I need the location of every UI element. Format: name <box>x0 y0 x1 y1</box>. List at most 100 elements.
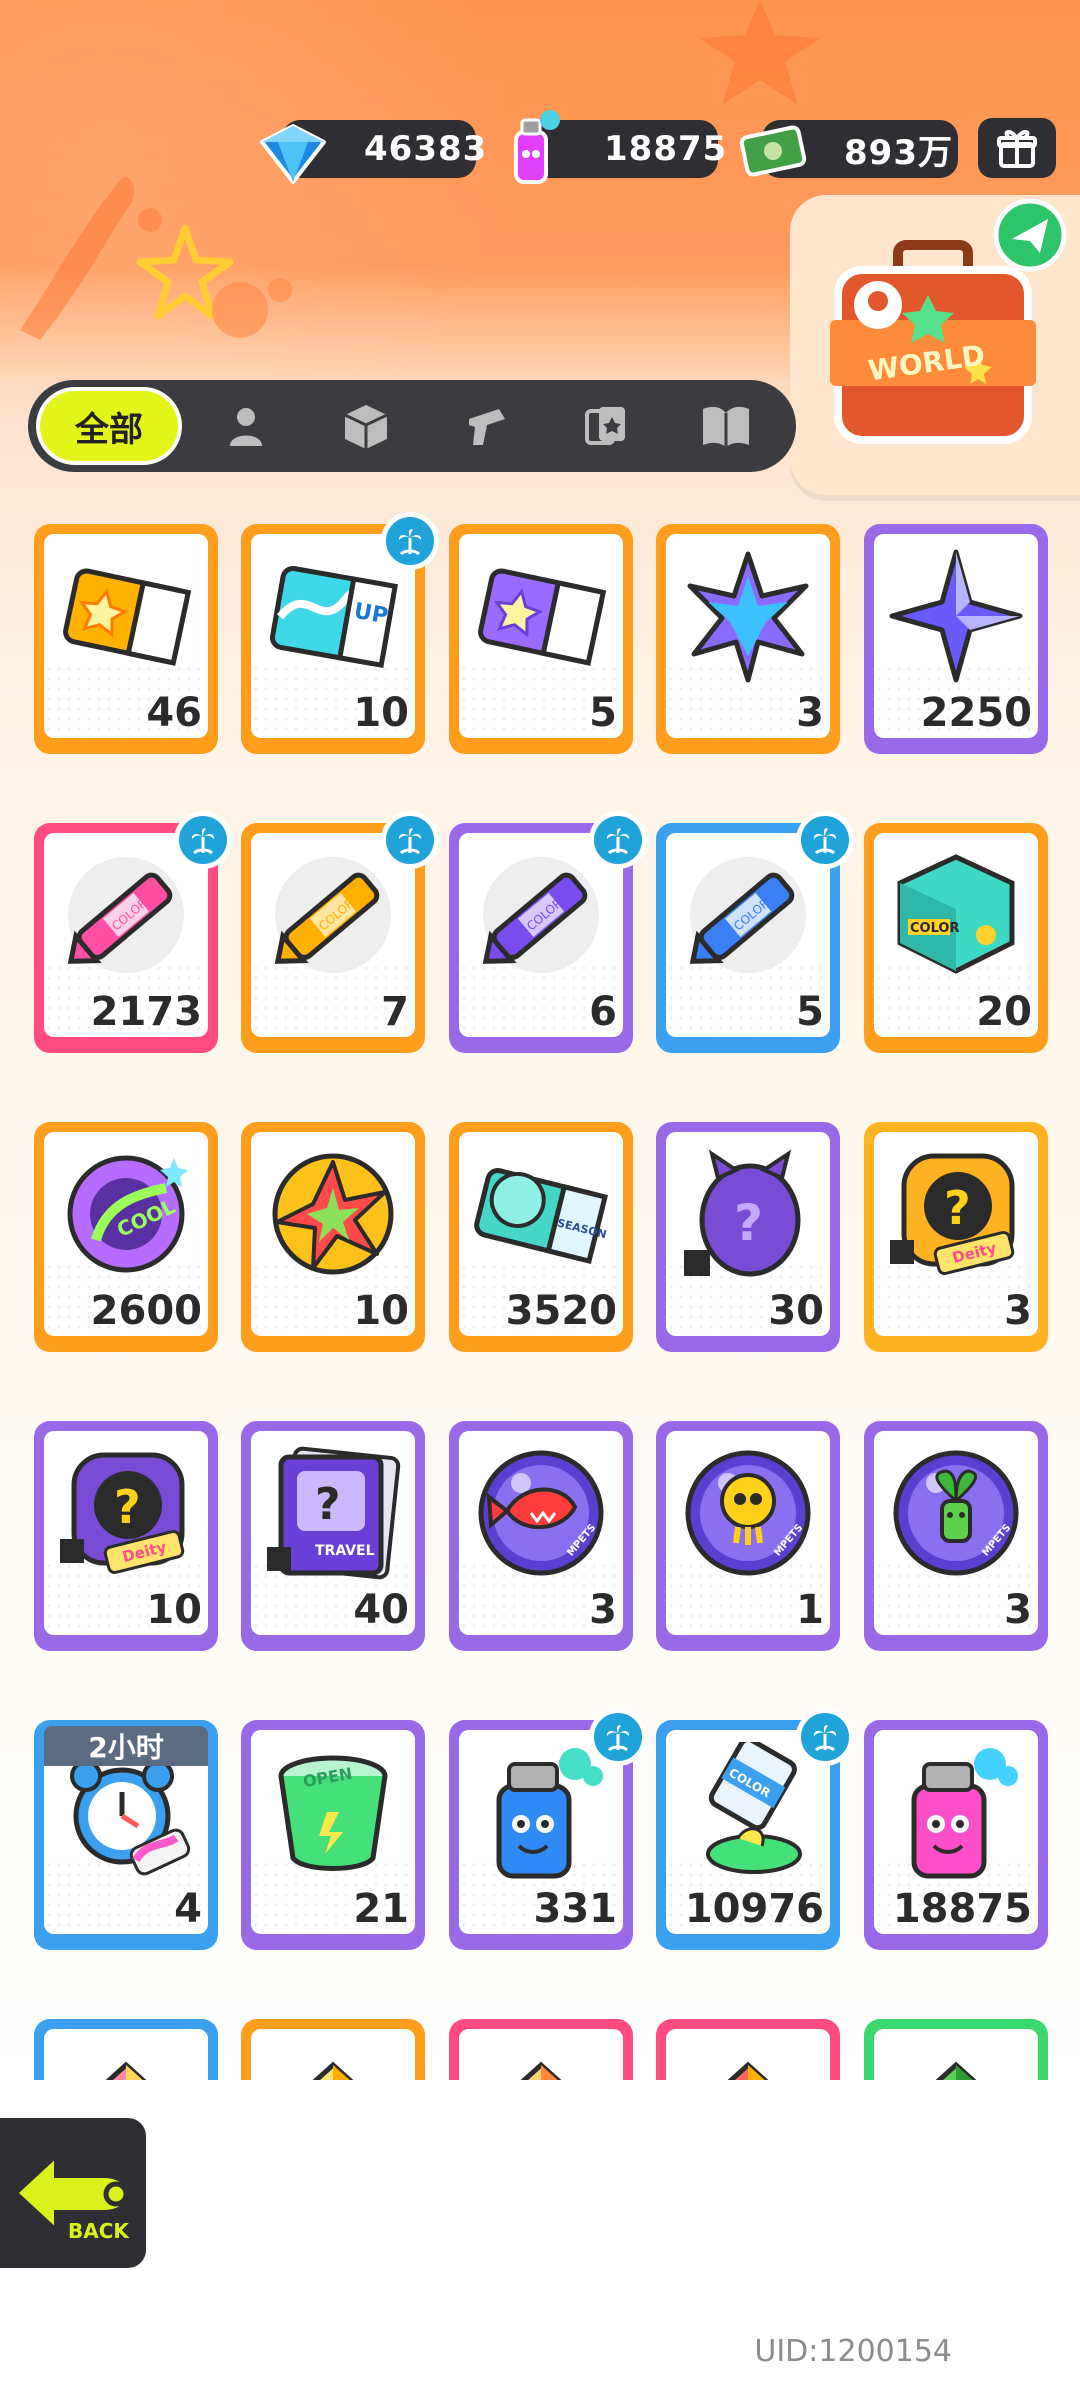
item-deity-mystery-gold[interactable]: ? Deity 3 <box>864 1122 1048 1352</box>
item-purple-crayon[interactable]: COLOR 6 <box>449 811 647 1053</box>
box-icon <box>344 405 388 449</box>
svg-text:?: ? <box>315 1479 341 1530</box>
item-purple-ticket[interactable]: 5 <box>449 524 633 754</box>
item-pink-spray-can[interactable]: 18875 <box>864 1720 1048 1950</box>
item-count: 2600 <box>90 1287 203 1335</box>
item-partial-item-4[interactable] <box>656 2019 840 2080</box>
back-button[interactable]: BACK <box>0 2110 160 2276</box>
crayon-icon: COLOR <box>263 845 403 985</box>
item-card-inner: MPETS 1 <box>666 1431 830 1635</box>
person-icon <box>230 408 262 446</box>
item-cool-badge[interactable]: COOL 2600 <box>34 1122 218 1352</box>
tab-spray-gun[interactable] <box>426 380 546 472</box>
item-yellow-ticket[interactable]: 46 <box>34 524 218 754</box>
currency-diamond[interactable]: 46383 <box>260 120 486 184</box>
currency-spray[interactable]: 18875 <box>514 110 726 184</box>
splash-decoration-icon <box>20 177 162 340</box>
item-wave-up-ticket[interactable]: UP 10 <box>241 512 439 754</box>
item-card-inner <box>666 2029 830 2080</box>
item-card-inner: COLOR 2173 <box>44 833 208 1037</box>
tab-cards[interactable] <box>546 380 666 472</box>
star-decoration-icon <box>700 0 820 105</box>
item-mystery-egg[interactable]: ? 30 <box>656 1122 840 1352</box>
tab-character[interactable] <box>186 380 306 472</box>
item-jelly-orb[interactable]: MPETS 1 <box>656 1421 840 1651</box>
spray-can-icon <box>471 1742 611 1882</box>
item-paint-tube[interactable]: COLOR 10976 <box>656 1708 854 1950</box>
item-partial-item-2[interactable] <box>241 2019 425 2080</box>
item-yellow-crayon[interactable]: COLOR 7 <box>241 811 439 1053</box>
world-suitcase-card[interactable]: WORLD <box>790 195 1080 495</box>
cards-icon <box>585 407 625 445</box>
palm-tree-badge-icon <box>589 811 647 869</box>
tab-box[interactable] <box>306 380 426 472</box>
ticket-wave-icon: UP <box>263 546 403 686</box>
crayon-icon: COLOR <box>471 845 611 985</box>
fish-orb-icon: MPETS <box>471 1443 611 1583</box>
tab-book[interactable] <box>666 380 786 472</box>
spray-can-icon <box>886 1742 1026 1882</box>
svg-text:TRAVEL: TRAVEL <box>315 1543 375 1559</box>
item-count: 2250 <box>920 689 1033 737</box>
item-card-inner: MPETS 3 <box>459 1431 623 1635</box>
item-color-cube[interactable]: COLOR 20 <box>864 823 1048 1053</box>
diamond-icon <box>260 124 326 184</box>
item-fish-orb[interactable]: MPETS 3 <box>449 1421 633 1651</box>
season-ticket-icon: SEASON <box>471 1144 611 1284</box>
palm-tree-badge-icon <box>174 811 232 869</box>
gift-button[interactable] <box>978 118 1056 178</box>
item-card-inner: COLOR 6 <box>459 833 623 1037</box>
palm-tree-badge-icon <box>589 1708 647 1766</box>
item-card-inner: ? TRAVEL 40 <box>251 1431 415 1635</box>
book-icon <box>703 406 749 447</box>
ticket-star-icon <box>56 546 196 686</box>
item-sprout-orb[interactable]: MPETS 3 <box>864 1421 1048 1651</box>
item-card-inner: OPEN 21 <box>251 1730 415 1934</box>
item-count: 10 <box>352 689 410 737</box>
tab-all[interactable]: 全部 <box>36 387 182 465</box>
palm-tree-badge-icon <box>381 811 439 869</box>
crayon-icon: COLOR <box>56 845 196 985</box>
item-blue-crayon[interactable]: COLOR 5 <box>656 811 854 1053</box>
item-open-jelly-cup[interactable]: OPEN 21 <box>241 1720 425 1950</box>
palm-tree-badge-icon <box>796 1708 854 1766</box>
rainbow-star-icon <box>678 546 818 686</box>
jelly-cup-icon: OPEN <box>263 1742 403 1882</box>
item-card-inner <box>874 2029 1038 2080</box>
item-count: 46 <box>145 689 203 737</box>
item-travel-card[interactable]: ? TRAVEL 40 <box>241 1421 425 1651</box>
item-count: 2173 <box>90 988 203 1036</box>
sprout-orb-icon: MPETS <box>886 1443 1026 1583</box>
item-card-inner: 10 <box>251 1132 415 1336</box>
item-count: 5 <box>795 988 825 1036</box>
item-alarm-clock[interactable]: 4 2小时 <box>34 1720 218 1950</box>
item-count: 4 <box>173 1885 203 1933</box>
item-count: 1 <box>795 1586 825 1634</box>
item-count: 3 <box>1003 1586 1033 1634</box>
item-count: 18875 <box>892 1885 1033 1933</box>
item-deity-mystery-purple[interactable]: ? Deity 10 <box>34 1421 218 1651</box>
item-card-inner: COLOR 20 <box>874 833 1038 1037</box>
item-card-inner: 5 <box>459 534 623 738</box>
splash-blob-icon <box>212 278 292 338</box>
partial-item-icon <box>56 2041 196 2080</box>
item-partial-item-5[interactable] <box>864 2019 1048 2080</box>
item-purple-crystal[interactable]: 2250 <box>864 524 1048 754</box>
item-partial-item-1[interactable] <box>34 2019 218 2080</box>
item-card-inner: ? Deity 3 <box>874 1132 1038 1336</box>
tab-all-label: 全部 <box>75 409 143 450</box>
palm-tree-badge-icon <box>381 512 439 570</box>
item-card-inner <box>459 2029 623 2080</box>
category-tab-bar: 全部 <box>28 380 796 472</box>
item-rainbow-star[interactable]: 3 <box>656 524 840 754</box>
svg-text:?: ? <box>944 1181 971 1235</box>
item-pink-crayon[interactable]: COLOR 2173 <box>34 811 232 1053</box>
item-count: 20 <box>975 988 1033 1036</box>
item-blue-spray-can[interactable]: 331 <box>449 1708 647 1950</box>
currency-cash[interactable]: 893万 <box>739 120 958 178</box>
item-count: 3520 <box>505 1287 618 1335</box>
item-season-ticket[interactable]: SEASON 3520 <box>449 1122 633 1352</box>
item-burst-badge[interactable]: 10 <box>241 1122 425 1352</box>
item-partial-item-3[interactable] <box>449 2019 633 2080</box>
crystal-star-icon <box>886 546 1026 686</box>
